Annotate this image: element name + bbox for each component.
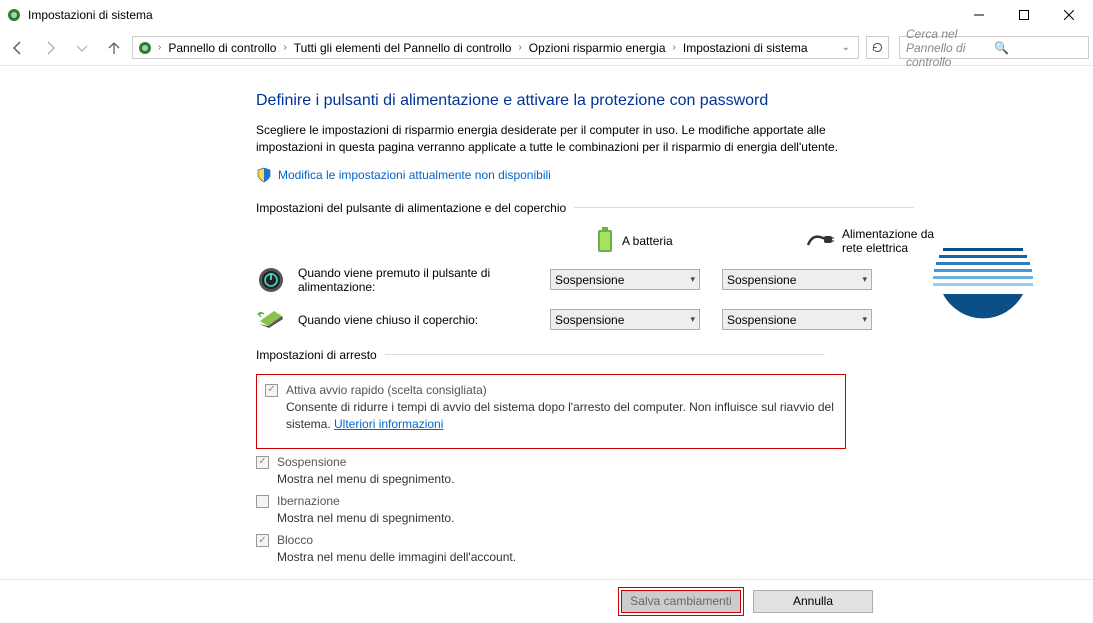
lid-close-label: Quando viene chiuso il coperchio:: [298, 313, 538, 327]
chevron-icon: ›: [515, 42, 524, 53]
search-placeholder: Cerca nel Pannello di controllo: [906, 27, 994, 69]
chevron-down-icon: ▾: [862, 274, 867, 285]
suspend-label: Sospensione: [277, 455, 346, 469]
content-area: Definire i pulsanti di alimentazione e a…: [0, 66, 1093, 567]
section-shutdown: Impostazioni di arresto: [256, 348, 846, 362]
search-input[interactable]: Cerca nel Pannello di controllo 🔍: [899, 36, 1089, 59]
minimize-button[interactable]: [956, 1, 1001, 30]
lock-description: Mostra nel menu delle immagini dell'acco…: [256, 549, 846, 566]
laptop-lid-icon: [256, 308, 286, 332]
chevron-icon: ›: [155, 42, 164, 53]
titlebar: Impostazioni di sistema: [0, 0, 1093, 30]
close-button[interactable]: [1046, 1, 1091, 30]
lock-checkbox[interactable]: [256, 534, 269, 547]
page-description: Scegliere le impostazioni di risparmio e…: [256, 122, 846, 157]
admin-link-row: Modifica le impostazioni attualmente non…: [256, 167, 1093, 183]
recent-dropdown[interactable]: [68, 34, 96, 62]
chevron-down-icon: ▾: [690, 314, 695, 325]
power-button-ac-select[interactable]: Sospensione▾: [722, 269, 872, 290]
chevron-down-icon: ▾: [862, 314, 867, 325]
chevron-icon: ›: [670, 42, 679, 53]
search-icon: 🔍: [994, 41, 1082, 55]
app-icon: [6, 7, 22, 23]
chevron-down-icon: ▾: [690, 274, 695, 285]
power-button-battery-select[interactable]: Sospensione▾: [550, 269, 700, 290]
power-button-icon: [256, 268, 286, 292]
up-button[interactable]: [100, 34, 128, 62]
breadcrumb-1[interactable]: Tutti gli elementi del Pannello di contr…: [292, 41, 514, 55]
lock-label: Blocco: [277, 533, 313, 547]
lid-ac-select[interactable]: Sospensione▾: [722, 309, 872, 330]
lid-battery-select[interactable]: Sospensione▾: [550, 309, 700, 330]
fast-startup-label: Attiva avvio rapido (scelta consigliata): [286, 383, 487, 397]
shield-icon: [256, 167, 272, 183]
address-dropdown-icon[interactable]: ⌄: [838, 42, 854, 53]
refresh-button[interactable]: [866, 36, 889, 59]
breadcrumb-3[interactable]: Impostazioni di sistema: [681, 41, 810, 55]
fast-startup-description: Consente di ridurre i tempi di avvio del…: [265, 399, 837, 434]
navbar: › Pannello di controllo › Tutti gli elem…: [0, 30, 1093, 66]
fast-startup-highlight: Attiva avvio rapido (scelta consigliata)…: [256, 374, 846, 449]
admin-link[interactable]: Modifica le impostazioni attualmente non…: [278, 168, 551, 182]
suspend-checkbox[interactable]: [256, 456, 269, 469]
hibernate-checkbox[interactable]: [256, 495, 269, 508]
address-bar[interactable]: › Pannello di controllo › Tutti gli elem…: [132, 36, 859, 59]
address-icon: [137, 40, 153, 56]
chevron-icon: ›: [280, 42, 289, 53]
maximize-button[interactable]: [1001, 1, 1046, 30]
breadcrumb-2[interactable]: Opzioni risparmio energia: [527, 41, 668, 55]
battery-column-header: A batteria: [596, 227, 746, 256]
fast-startup-checkbox[interactable]: [265, 384, 278, 397]
fast-startup-more-link[interactable]: Ulteriori informazioni: [334, 417, 443, 431]
hibernate-label: Ibernazione: [277, 494, 340, 508]
section-power-lid: Impostazioni del pulsante di alimentazio…: [256, 201, 1093, 215]
save-button[interactable]: Salva cambiamenti: [621, 590, 741, 613]
page-heading: Definire i pulsanti di alimentazione e a…: [256, 92, 1093, 110]
breadcrumb-0[interactable]: Pannello di controllo: [166, 41, 278, 55]
back-button[interactable]: [4, 34, 32, 62]
brand-logo: [933, 236, 1033, 336]
cancel-button[interactable]: Annulla: [753, 590, 873, 613]
footer-buttons: Salva cambiamenti Annulla: [0, 579, 1093, 623]
forward-button[interactable]: [36, 34, 64, 62]
plug-icon: [806, 231, 834, 252]
battery-icon: [596, 227, 614, 256]
suspend-description: Mostra nel menu di spegnimento.: [256, 471, 846, 488]
hibernate-description: Mostra nel menu di spegnimento.: [256, 510, 846, 527]
power-button-label: Quando viene premuto il pulsante di alim…: [298, 266, 538, 294]
window-title: Impostazioni di sistema: [28, 8, 956, 22]
